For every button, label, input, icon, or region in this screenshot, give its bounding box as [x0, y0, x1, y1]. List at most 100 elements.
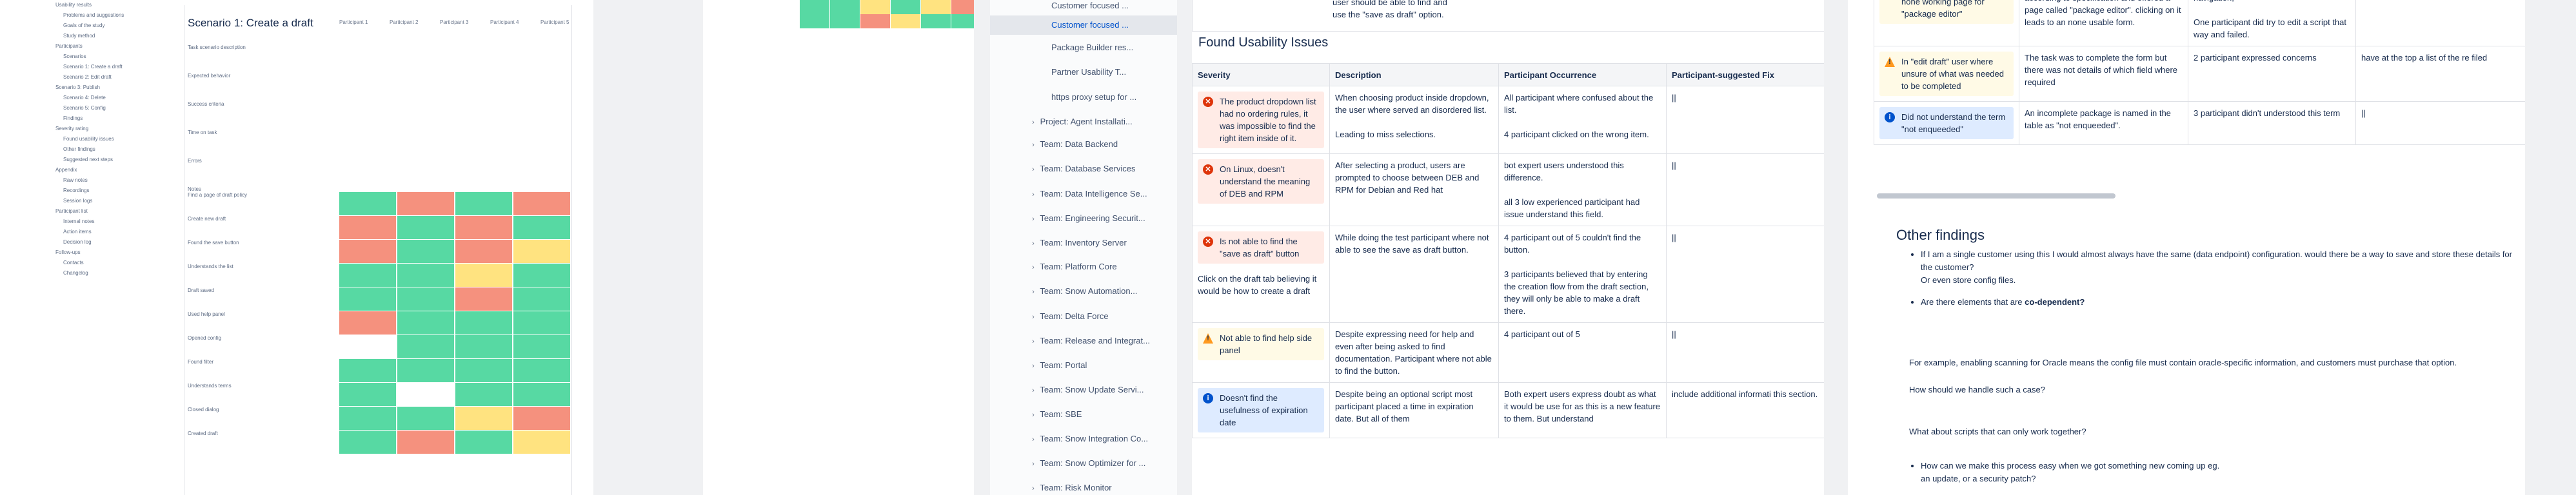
chevron-right-icon[interactable]: › — [1029, 209, 1038, 229]
result-cell — [339, 383, 396, 406]
description-cell: The task was to complete the form but th… — [2019, 46, 2188, 102]
grid-row — [339, 287, 571, 311]
toc-item[interactable]: Scenario 1: Create a draft — [52, 62, 161, 72]
sidebar-item[interactable]: › Team: Snow Integration Co... — [990, 429, 1177, 449]
sidebar-item[interactable]: https proxy setup for ... — [990, 88, 1177, 107]
mini-cell — [800, 43, 829, 57]
sidebar-item-label: Project: Agent Installati... — [1040, 117, 1133, 126]
toc-item[interactable]: Other findings — [52, 144, 161, 155]
toc-item[interactable]: Participants — [52, 41, 161, 52]
occurrence-cell: navigation,One participant did try to ed… — [2188, 0, 2356, 46]
toc-item[interactable]: Usability results — [52, 0, 161, 10]
toc-item[interactable]: Findings — [52, 113, 161, 124]
mini-cell — [951, 85, 974, 99]
sidebar-item[interactable]: › Team: Inventory Server — [990, 233, 1177, 253]
sidebar-item[interactable]: › Project: Agent Installati... — [990, 112, 1177, 131]
fix-text: || — [1672, 93, 1676, 102]
chevron-right-icon[interactable]: › — [1029, 185, 1038, 204]
sidebar-item[interactable]: Package Builder res... — [990, 38, 1177, 57]
severity-text: none working page for "package editor" — [1901, 0, 1985, 19]
toc-item[interactable]: Scenario 3: Publish — [52, 82, 161, 93]
sidebar-item[interactable]: Partner Usability T... — [990, 63, 1177, 82]
toc-item[interactable]: Scenario 4: Delete — [52, 93, 161, 103]
list-item: How can we make this process easy when w… — [1921, 460, 2514, 485]
chevron-right-icon[interactable]: › — [1029, 282, 1038, 302]
chevron-right-icon[interactable]: › — [1029, 405, 1038, 425]
sidebar-item[interactable]: › Team: Snow Automation... — [990, 282, 1177, 301]
toc-item[interactable]: Follow-ups — [52, 248, 161, 258]
toc-item[interactable]: Changelog — [52, 268, 161, 278]
sidebar-item[interactable]: › Team: SBE — [990, 405, 1177, 424]
occurrence-text: All participant where confused about the… — [1504, 93, 1654, 139]
chevron-right-icon[interactable]: › — [1029, 258, 1038, 277]
sidebar-item[interactable]: › Team: Platform Core — [990, 257, 1177, 277]
toc-item[interactable]: Decision log — [52, 237, 161, 248]
chevron-right-icon[interactable]: › — [1029, 332, 1038, 351]
sidebar-item[interactable]: › Team: Data Backend — [990, 135, 1177, 154]
description-cell: Despite expressing need for help and eve… — [1329, 322, 1499, 383]
chevron-right-icon[interactable]: › — [1029, 381, 1038, 400]
toc-item[interactable]: Internal notes — [52, 217, 161, 227]
toc-item[interactable]: Suggested next steps — [52, 155, 161, 165]
sidebar-item[interactable]: › Team: Engineering Securit... — [990, 209, 1177, 228]
severity-note: Click on the draft tab believing it woul… — [1198, 274, 1317, 296]
result-cell — [339, 240, 396, 263]
toc-item[interactable]: Study method — [52, 31, 161, 41]
finding-text: Are there elements that are — [1921, 297, 2025, 307]
toc-item[interactable]: Participant list — [52, 206, 161, 217]
result-cell — [339, 335, 396, 358]
result-cell — [513, 240, 570, 263]
toc-item[interactable]: Scenario 5: Config — [52, 103, 161, 113]
mini-cell — [860, 0, 890, 14]
chevron-right-icon[interactable]: › — [1029, 356, 1038, 376]
toc-item[interactable]: Severity rating — [52, 124, 161, 134]
sidebar-item[interactable]: Customer focused ... — [990, 15, 1177, 35]
toc-item[interactable]: Raw notes — [52, 175, 161, 186]
mini-cell — [800, 14, 829, 28]
toc-item[interactable]: Found usability issues — [52, 134, 161, 144]
toc-item[interactable]: Goals of the study — [52, 21, 161, 31]
chevron-right-icon[interactable]: › — [1029, 307, 1038, 327]
sidebar-item[interactable]: › Team: Release and Integrat... — [990, 331, 1177, 351]
toc-item[interactable]: Scenario 2: Edit draft — [52, 72, 161, 82]
chevron-right-icon[interactable]: › — [1029, 430, 1038, 449]
severity-badge: ! In "edit draft" user where unsure of wh… — [1879, 52, 2014, 96]
horizontal-scrollbar[interactable] — [1877, 193, 2115, 199]
chevron-right-icon[interactable]: › — [1029, 234, 1038, 253]
occurrence-text: Both expert users express doubt as what … — [1504, 389, 1661, 423]
toc-item[interactable]: Action items — [52, 227, 161, 237]
severity-text: Not able to find help side panel — [1220, 333, 1313, 355]
chevron-right-icon[interactable]: › — [1029, 454, 1038, 474]
description-cell: When choosing product inside dropdown, t… — [1329, 86, 1499, 154]
toc-item[interactable]: Contacts — [52, 258, 161, 268]
toc-item[interactable]: Problems and suggestions — [52, 10, 161, 21]
fix-text: || — [2361, 108, 2366, 118]
result-cell — [455, 264, 512, 287]
sidebar-item[interactable]: › Team: Delta Force — [990, 307, 1177, 326]
sidebar-item[interactable]: › Team: Portal — [990, 356, 1177, 375]
chevron-right-icon[interactable]: › — [1029, 135, 1038, 155]
sidebar-item[interactable]: › Team: Snow Optimizer for ... — [990, 454, 1177, 473]
toc-item[interactable]: Session logs — [52, 196, 161, 206]
toc-item[interactable]: Scenarios — [52, 52, 161, 62]
toc-item[interactable]: Appendix — [52, 165, 161, 175]
sidebar-item[interactable]: › Team: Database Services — [990, 159, 1177, 179]
sidebar-item[interactable]: › Team: Snow Update Servi... — [990, 380, 1177, 400]
sidebar-item-label: Customer focused ... — [1051, 1, 1129, 10]
mini-cell — [921, 71, 951, 85]
chevron-right-icon[interactable]: › — [1029, 479, 1038, 495]
result-cell — [455, 216, 512, 239]
mini-cell — [860, 99, 890, 113]
sidebar-item[interactable]: › Team: Risk Monitor — [990, 478, 1177, 495]
chevron-right-icon[interactable]: › — [1029, 160, 1038, 179]
mini-cell — [800, 71, 829, 85]
result-cell — [513, 216, 570, 239]
sidebar-item[interactable]: › Team: Data Intelligence Se... — [990, 184, 1177, 204]
occurrence-cell: 3 participant didn't understood this ter… — [2188, 101, 2356, 145]
sidebar-item[interactable]: Customer focused ... — [990, 0, 1177, 15]
toc-item[interactable]: Recordings — [52, 186, 161, 196]
mini-cell — [830, 57, 860, 71]
col-fix: Participant-suggested Fix — [1666, 63, 1824, 86]
chevron-right-icon[interactable]: › — [1029, 113, 1038, 132]
mini-cell — [951, 14, 974, 28]
